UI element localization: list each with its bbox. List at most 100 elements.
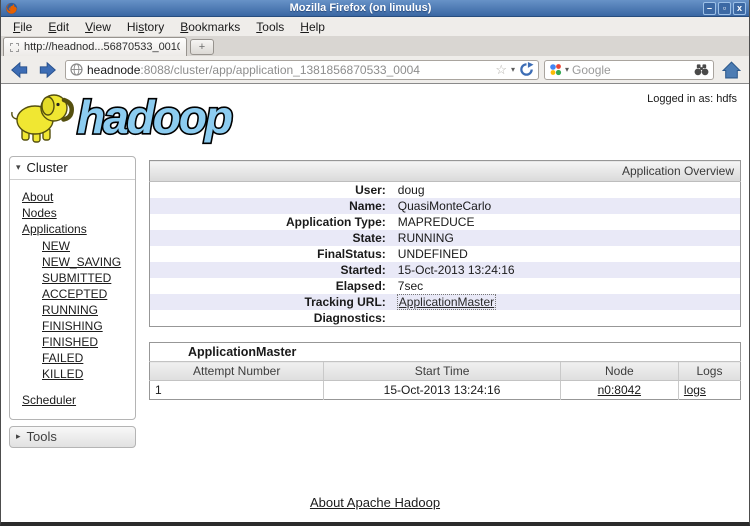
table-row: Elapsed:7sec <box>150 278 741 294</box>
table-row: Name:QuasiMonteCarlo <box>150 198 741 214</box>
sidebar-item-about[interactable]: About <box>22 190 131 204</box>
search-box[interactable]: ▾ Google <box>544 60 714 80</box>
attempt-number-cell: 1 <box>150 381 324 400</box>
menu-view[interactable]: View <box>77 19 119 35</box>
sidebar-item-nodes[interactable]: Nodes <box>22 206 131 220</box>
hadoop-elephant-icon <box>9 87 75 145</box>
url-dropdown-icon[interactable]: ▾ <box>511 65 515 74</box>
google-logo-icon[interactable] <box>549 63 562 76</box>
cluster-header-label: Cluster <box>27 160 68 175</box>
logs-link[interactable]: logs <box>684 383 706 397</box>
node-link[interactable]: n0:8042 <box>598 383 641 397</box>
overview-label: Started: <box>150 262 392 278</box>
url-text[interactable]: headnode:8088/cluster/app/application_13… <box>87 63 491 77</box>
overview-value: 15-Oct-2013 13:24:16 <box>392 262 741 278</box>
sidebar-item-accepted[interactable]: ACCEPTED <box>42 287 131 301</box>
table-row: 1 15-Oct-2013 13:24:16 n0:8042 logs <box>150 381 741 400</box>
column-header-attempt-number[interactable]: Attempt Number <box>150 362 324 381</box>
tools-header-label: Tools <box>27 429 57 444</box>
table-row: User:doug <box>150 182 741 199</box>
hadoop-logo: hadoop <box>9 87 253 145</box>
sidebar-item-scheduler[interactable]: Scheduler <box>22 393 131 407</box>
search-engine-dropdown-icon[interactable]: ▾ <box>565 65 569 74</box>
sidebar-item-finished[interactable]: FINISHED <box>42 335 131 349</box>
about-apache-hadoop-link[interactable]: About Apache Hadoop <box>310 495 440 510</box>
overview-table-header: Application Overview <box>150 161 741 182</box>
reload-icon[interactable] <box>519 62 534 77</box>
tracking-url-link[interactable]: ApplicationMaster <box>398 295 495 309</box>
column-header-node[interactable]: Node <box>560 362 678 381</box>
overview-value: QuasiMonteCarlo <box>392 198 741 214</box>
start-time-cell: 15-Oct-2013 13:24:16 <box>324 381 560 400</box>
application-overview-table: Application Overview User:doug Name:Quas… <box>149 160 741 327</box>
url-bar[interactable]: headnode:8088/cluster/app/application_13… <box>65 60 539 80</box>
cluster-links: About Nodes Applications NEW NEW_SAVING … <box>10 180 135 419</box>
back-arrow-icon <box>9 60 29 80</box>
sidebar-item-new[interactable]: NEW <box>42 239 131 253</box>
menu-help[interactable]: Help <box>292 19 333 35</box>
window-title: Mozilla Firefox (on limulus) <box>18 2 703 14</box>
node-cell: n0:8042 <box>560 381 678 400</box>
back-button[interactable] <box>7 59 31 81</box>
menu-history[interactable]: History <box>119 19 172 35</box>
menu-bookmarks[interactable]: Bookmarks <box>172 19 248 35</box>
main-content: Application Overview User:doug Name:Quas… <box>149 160 741 400</box>
forward-button[interactable] <box>36 59 60 81</box>
page-header: hadoop Logged in as: hdfs <box>1 84 749 150</box>
table-row: Diagnostics: <box>150 310 741 327</box>
column-header-logs[interactable]: Logs <box>678 362 740 381</box>
maximize-button[interactable]: ▫ <box>718 2 731 15</box>
tools-panel-header[interactable]: ▸ Tools <box>9 426 136 448</box>
spacer <box>149 327 741 342</box>
logged-in-status: Logged in as: hdfs <box>647 93 737 105</box>
chevron-right-icon: ▸ <box>16 431 21 442</box>
window-controls: – ▫ x <box>703 2 746 15</box>
menu-label-part: Hi <box>127 20 138 34</box>
cluster-panel: ▾ Cluster About Nodes Applications NEW N… <box>9 156 136 420</box>
application-master-table: ApplicationMaster Attempt Number Start T… <box>149 342 741 400</box>
sidebar-item-killed[interactable]: KILLED <box>42 367 131 381</box>
close-button[interactable]: x <box>733 2 746 15</box>
table-row: State:RUNNING <box>150 230 741 246</box>
overview-value: UNDEFINED <box>392 246 741 262</box>
overview-label: Name: <box>150 198 392 214</box>
sidebar-item-failed[interactable]: FAILED <box>42 351 131 365</box>
menu-label-mnemonic: H <box>300 20 309 34</box>
home-icon <box>722 61 741 79</box>
cluster-panel-header[interactable]: ▾ Cluster <box>10 157 135 180</box>
page-body: ▾ Cluster About Nodes Applications NEW N… <box>1 150 749 448</box>
minimize-button[interactable]: – <box>703 2 716 15</box>
menu-label-part: ookmarks <box>188 20 240 34</box>
overview-value: doug <box>392 182 741 199</box>
forward-arrow-icon <box>38 60 58 80</box>
tab-active[interactable]: http://headnod...56870533_0010 <box>3 37 187 56</box>
column-header-start-time[interactable]: Start Time <box>324 362 560 381</box>
search-input[interactable]: Google <box>572 63 691 77</box>
menu-label-part: dit <box>56 20 69 34</box>
binoculars-search-icon[interactable] <box>694 64 709 76</box>
overview-value <box>392 310 741 327</box>
menu-file[interactable]: File <box>5 19 40 35</box>
sidebar-item-submitted[interactable]: SUBMITTED <box>42 271 131 285</box>
sidebar-item-finishing[interactable]: FINISHING <box>42 319 131 333</box>
menu-bar: File Edit View History Bookmarks Tools H… <box>1 17 749 36</box>
bookmark-star-icon[interactable]: ☆ <box>495 64 507 76</box>
sidebar-item-new-saving[interactable]: NEW_SAVING <box>42 255 131 269</box>
sidebar-nav: ▾ Cluster About Nodes Applications NEW N… <box>9 156 136 448</box>
window-titlebar: Mozilla Firefox (on limulus) – ▫ x <box>1 0 749 17</box>
home-button[interactable] <box>719 59 743 81</box>
overview-label: Application Type: <box>150 214 392 230</box>
new-tab-button[interactable]: + <box>190 39 214 55</box>
sidebar-item-running[interactable]: RUNNING <box>42 303 131 317</box>
menu-label-part: iew <box>93 20 111 34</box>
menu-edit[interactable]: Edit <box>40 19 77 35</box>
hadoop-logo-text: hadoop <box>77 91 232 143</box>
sidebar-item-applications[interactable]: Applications <box>22 222 131 236</box>
menu-label-part: tory <box>144 20 164 34</box>
firefox-icon <box>5 2 18 15</box>
overview-value: RUNNING <box>392 230 741 246</box>
navigation-toolbar: headnode:8088/cluster/app/application_13… <box>1 56 749 84</box>
overview-value: MAPREDUCE <box>392 214 741 230</box>
menu-tools[interactable]: Tools <box>248 19 292 35</box>
overview-label: State: <box>150 230 392 246</box>
